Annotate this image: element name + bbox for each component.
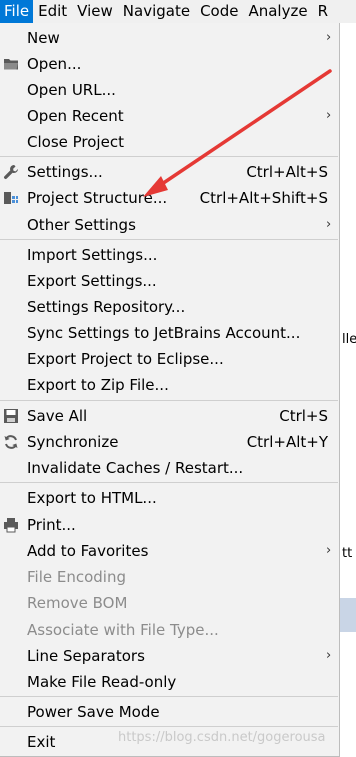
menu-item-label: Add to Favorites bbox=[27, 542, 149, 560]
menu-item-label: Print... bbox=[27, 516, 76, 534]
menu-bar: File Edit View Navigate Code Analyze R bbox=[0, 0, 356, 24]
menu-item-label: Sync Settings to JetBrains Account... bbox=[27, 324, 301, 342]
menu-item-file-encoding: File Encoding bbox=[0, 564, 338, 590]
chevron-right-icon: › bbox=[326, 217, 332, 232]
folder-icon bbox=[3, 56, 19, 72]
menu-view[interactable]: View bbox=[72, 0, 118, 23]
menu-item-project-structure[interactable]: Project Structure... Ctrl+Alt+Shift+S bbox=[0, 185, 338, 211]
menu-item-open-recent[interactable]: Open Recent › bbox=[0, 103, 338, 129]
menu-item-label: Remove BOM bbox=[27, 594, 128, 612]
menu-separator bbox=[0, 482, 338, 483]
menu-item-print[interactable]: Print... bbox=[0, 512, 338, 538]
menu-item-export-html[interactable]: Export to HTML... bbox=[0, 485, 338, 511]
menu-item-associate-file-type: Associate with File Type... bbox=[0, 617, 338, 643]
menu-item-label: Export Project to Eclipse... bbox=[27, 350, 224, 368]
menu-item-label: Close Project bbox=[27, 133, 124, 151]
menu-item-label: Export to Zip File... bbox=[27, 376, 169, 394]
menu-item-shortcut: Ctrl+Alt+Y bbox=[246, 433, 328, 451]
menu-item-label: Line Separators bbox=[27, 647, 145, 665]
printer-icon bbox=[3, 517, 19, 533]
menu-item-close-project[interactable]: Close Project bbox=[0, 129, 338, 155]
menu-item-label: Invalidate Caches / Restart... bbox=[27, 459, 244, 477]
menu-item-label: Make File Read-only bbox=[27, 673, 177, 691]
menu-item-settings[interactable]: Settings... Ctrl+Alt+S bbox=[0, 159, 338, 185]
background-text-fragment: tt bbox=[342, 546, 353, 561]
menu-item-export-settings[interactable]: Export Settings... bbox=[0, 268, 338, 294]
menu-item-other-settings[interactable]: Other Settings › bbox=[0, 212, 338, 238]
menu-item-label: Open Recent bbox=[27, 107, 124, 125]
menu-item-label: Open... bbox=[27, 55, 82, 73]
save-icon bbox=[3, 408, 19, 424]
menu-item-synchronize[interactable]: Synchronize Ctrl+Alt+Y bbox=[0, 429, 338, 455]
menu-separator bbox=[0, 400, 338, 401]
menu-item-shortcut: Ctrl+Alt+S bbox=[246, 163, 328, 181]
menu-item-label: Settings... bbox=[27, 163, 103, 181]
menu-item-label: Exit bbox=[27, 733, 56, 751]
menu-r[interactable]: R bbox=[313, 0, 333, 23]
menu-separator bbox=[0, 726, 338, 727]
chevron-right-icon: › bbox=[326, 543, 332, 558]
menu-item-save-all[interactable]: Save All Ctrl+S bbox=[0, 403, 338, 429]
menu-item-label: Other Settings bbox=[27, 216, 136, 234]
menu-code[interactable]: Code bbox=[195, 0, 243, 23]
menu-item-label: Export to HTML... bbox=[27, 489, 157, 507]
chevron-right-icon: › bbox=[326, 30, 332, 45]
menu-item-power-save-mode[interactable]: Power Save Mode bbox=[0, 699, 338, 725]
menu-item-export-eclipse[interactable]: Export Project to Eclipse... bbox=[0, 346, 338, 372]
background-selection-strip bbox=[340, 598, 356, 632]
menu-separator bbox=[0, 239, 338, 240]
menu-item-label: Open URL... bbox=[27, 81, 116, 99]
menu-item-open[interactable]: Open... bbox=[0, 51, 338, 77]
background-text-fragment: lle bbox=[342, 332, 356, 347]
menu-separator bbox=[0, 696, 338, 697]
menu-file[interactable]: File bbox=[0, 0, 34, 23]
menu-item-label: Import Settings... bbox=[27, 246, 158, 264]
menu-edit[interactable]: Edit bbox=[33, 0, 72, 23]
menu-item-line-separators[interactable]: Line Separators › bbox=[0, 643, 338, 669]
wrench-icon bbox=[3, 164, 19, 180]
menu-item-label: Power Save Mode bbox=[27, 703, 160, 721]
menu-item-shortcut: Ctrl+Alt+Shift+S bbox=[199, 189, 328, 207]
menu-item-new[interactable]: New › bbox=[0, 25, 338, 51]
menu-item-settings-repository[interactable]: Settings Repository... bbox=[0, 294, 338, 320]
menu-item-open-url[interactable]: Open URL... bbox=[0, 77, 338, 103]
menu-item-sync-settings[interactable]: Sync Settings to JetBrains Account... bbox=[0, 320, 338, 346]
menu-item-invalidate-caches[interactable]: Invalidate Caches / Restart... bbox=[0, 455, 338, 481]
project-structure-icon bbox=[3, 190, 19, 206]
menu-item-export-zip[interactable]: Export to Zip File... bbox=[0, 372, 338, 398]
menu-item-label: Synchronize bbox=[27, 433, 119, 451]
menu-item-label: Export Settings... bbox=[27, 272, 157, 290]
menu-item-label: Associate with File Type... bbox=[27, 621, 219, 639]
editor-background: lle tt bbox=[340, 23, 356, 757]
menu-item-add-favorites[interactable]: Add to Favorites › bbox=[0, 538, 338, 564]
menu-item-label: File Encoding bbox=[27, 568, 126, 586]
sync-icon bbox=[3, 434, 19, 450]
menu-separator bbox=[0, 156, 338, 157]
chevron-right-icon: › bbox=[326, 648, 332, 663]
chevron-right-icon: › bbox=[326, 108, 332, 123]
menu-navigate[interactable]: Navigate bbox=[118, 0, 195, 23]
menu-item-remove-bom: Remove BOM bbox=[0, 590, 338, 616]
menu-item-label: Project Structure... bbox=[27, 189, 168, 207]
menu-item-make-read-only[interactable]: Make File Read-only bbox=[0, 669, 338, 695]
file-menu-dropdown: New › Open... Open URL... Open Recent › … bbox=[0, 23, 340, 757]
menu-item-label: Save All bbox=[27, 407, 88, 425]
watermark-text: https://blog.csdn.net/gogerousa bbox=[118, 730, 326, 745]
menu-analyze[interactable]: Analyze bbox=[243, 0, 312, 23]
menu-item-import-settings[interactable]: Import Settings... bbox=[0, 242, 338, 268]
menu-item-label: New bbox=[27, 29, 60, 47]
menu-item-label: Settings Repository... bbox=[27, 298, 186, 316]
menu-item-shortcut: Ctrl+S bbox=[279, 407, 328, 425]
